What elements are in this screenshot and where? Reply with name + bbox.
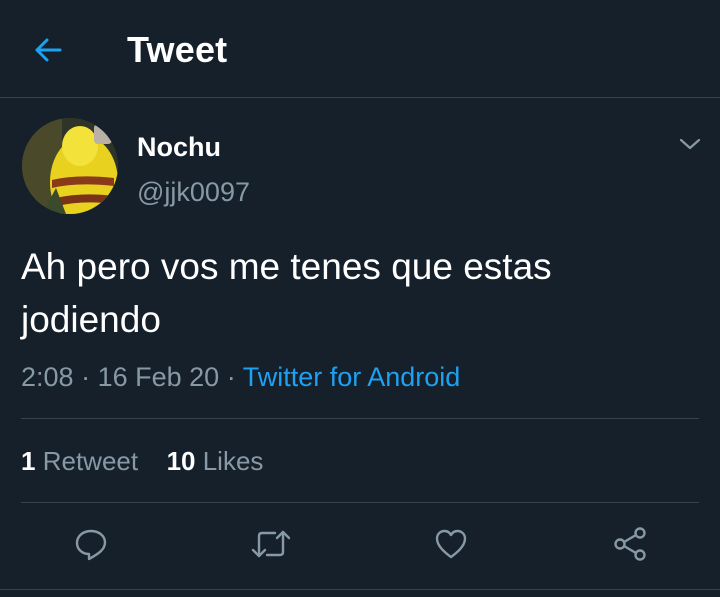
avatar-image [22,118,118,214]
tweet-text: Ah pero vos me tenes que estas jodiendo [21,246,552,340]
tweet-stats: 1 Retweet 10 Likes [21,444,263,478]
likes-count: 10 [166,446,196,476]
back-button[interactable] [26,30,70,70]
author-handle[interactable]: @jjk0097 [137,176,250,208]
retweet-button[interactable] [251,524,291,564]
top-bar: Tweet [0,0,720,98]
reply-icon [75,529,107,561]
avatar[interactable] [22,118,118,214]
tweet-menu-button[interactable] [674,130,706,158]
reply-button[interactable] [71,524,111,564]
page-title: Tweet [127,29,228,70]
like-icon [435,529,467,559]
meta-separator: · [81,362,91,392]
share-icon [614,527,646,561]
divider [21,418,699,419]
tweet-time: 2:08 [21,362,74,392]
tweet-source-link[interactable]: Twitter for Android [243,362,461,392]
likes-stat[interactable]: 10 Likes [167,446,264,476]
meta-separator: · [226,362,236,392]
like-button[interactable] [431,524,471,564]
retweets-label: Retweet [42,446,139,476]
likes-label: Likes [202,446,264,476]
share-button[interactable] [610,524,650,564]
tweet-meta: 2:08 · 16 Feb 20 · Twitter for Android [21,360,460,394]
divider [0,589,720,590]
arrow-left-icon [35,38,62,62]
chevron-down-icon [679,138,701,150]
retweets-count: 1 [21,446,36,476]
author-display-name[interactable]: Nochu [137,131,221,163]
retweet-icon [251,530,291,558]
divider [21,502,699,503]
tweet-date: 16 Feb 20 [97,362,220,392]
retweets-stat[interactable]: 1 Retweet [21,446,145,476]
